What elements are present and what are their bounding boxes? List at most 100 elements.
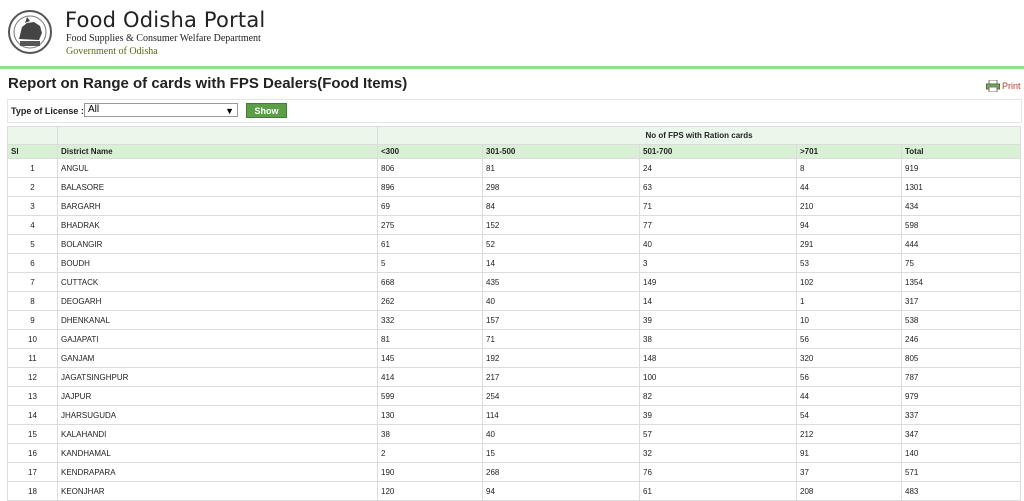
- table-header-empty: [7, 126, 58, 145]
- cell-gt701: 291: [796, 234, 902, 254]
- table-row: 2 BALASORE 896 298 63 44 1301: [7, 177, 1022, 197]
- cell-gt701: 1: [796, 291, 902, 311]
- cell-sl: 9: [7, 310, 58, 330]
- cell-district: JHARSUGUDA: [57, 405, 378, 425]
- fps-group-header: No of FPS with Ration cards: [376, 126, 1022, 145]
- printer-icon: [986, 80, 1000, 92]
- cell-gt701: 208: [796, 481, 902, 501]
- portal-title: Food Odisha Portal: [65, 8, 266, 32]
- cell-lt300: 130: [377, 405, 483, 425]
- cell-lt300: 190: [377, 462, 483, 482]
- cell-sl: 10: [7, 329, 58, 349]
- cell-sl: 13: [7, 386, 58, 406]
- department-name: Food Supplies & Consumer Welfare Departm…: [66, 33, 261, 44]
- cell-301-500: 157: [482, 310, 640, 330]
- col-header-sl: Sl: [7, 144, 58, 159]
- cell-total: 246: [900, 329, 1022, 349]
- cell-district: KALAHANDI: [57, 424, 378, 444]
- cell-total: 538: [900, 310, 1022, 330]
- table-row: 11 GANJAM 145 192 148 320 805: [7, 348, 1022, 368]
- cell-lt300: 2: [377, 443, 483, 463]
- government-name: Government of Odisha: [66, 46, 158, 57]
- cell-gt701: 212: [796, 424, 902, 444]
- cell-301-500: 298: [482, 177, 640, 197]
- cell-total: 483: [900, 481, 1022, 501]
- cell-301-500: 152: [482, 215, 640, 235]
- cell-301-500: 192: [482, 348, 640, 368]
- cell-gt701: 44: [796, 386, 902, 406]
- cell-gt701: 56: [796, 367, 902, 387]
- cell-district: ANGUL: [57, 158, 378, 178]
- cell-gt701: 91: [796, 443, 902, 463]
- cell-501-700: 100: [639, 367, 797, 387]
- cell-sl: 17: [7, 462, 58, 482]
- cell-district: BOLANGIR: [57, 234, 378, 254]
- table-row: 10 GAJAPATI 81 71 38 56 246: [7, 329, 1022, 349]
- cell-sl: 12: [7, 367, 58, 387]
- table-row: 16 KANDHAMAL 2 15 32 91 140: [7, 443, 1022, 463]
- cell-501-700: 38: [639, 329, 797, 349]
- table-row: 8 DEOGARH 262 40 14 1 317: [7, 291, 1022, 311]
- col-header-total: Total: [900, 144, 1022, 159]
- cell-total: 347: [900, 424, 1022, 444]
- cell-district: BOUDH: [57, 253, 378, 273]
- cell-sl: 7: [7, 272, 58, 292]
- print-link[interactable]: Print: [986, 80, 1021, 92]
- cell-501-700: 3: [639, 253, 797, 273]
- cell-district: BARGARH: [57, 196, 378, 216]
- cell-lt300: 332: [377, 310, 483, 330]
- col-header-301-500: 301-500: [482, 144, 640, 159]
- cell-501-700: 40: [639, 234, 797, 254]
- cell-total: 805: [900, 348, 1022, 368]
- cell-sl: 8: [7, 291, 58, 311]
- cell-301-500: 114: [482, 405, 640, 425]
- cell-501-700: 39: [639, 405, 797, 425]
- print-label[interactable]: Print: [1002, 81, 1021, 91]
- license-type-select[interactable]: All ▼: [84, 103, 238, 117]
- table-row: 9 DHENKANAL 332 157 39 10 538: [7, 310, 1022, 330]
- cell-301-500: 268: [482, 462, 640, 482]
- cell-501-700: 77: [639, 215, 797, 235]
- cell-total: 140: [900, 443, 1022, 463]
- cell-sl: 4: [7, 215, 58, 235]
- cell-501-700: 76: [639, 462, 797, 482]
- table-row: 5 BOLANGIR 61 52 40 291 444: [7, 234, 1022, 254]
- cell-501-700: 39: [639, 310, 797, 330]
- cell-301-500: 71: [482, 329, 640, 349]
- cell-total: 1354: [900, 272, 1022, 292]
- cell-301-500: 254: [482, 386, 640, 406]
- cell-total: 919: [900, 158, 1022, 178]
- table-row: 6 BOUDH 5 14 3 53 75: [7, 253, 1022, 273]
- cell-district: GANJAM: [57, 348, 378, 368]
- table-column-header-row: Sl District Name <300 301-500 501-700 >7…: [7, 144, 1022, 159]
- table-header-empty: [57, 126, 378, 145]
- cell-301-500: 435: [482, 272, 640, 292]
- cell-501-700: 14: [639, 291, 797, 311]
- cell-301-500: 217: [482, 367, 640, 387]
- cell-gt701: 56: [796, 329, 902, 349]
- cell-lt300: 668: [377, 272, 483, 292]
- col-header-gt701: >701: [796, 144, 902, 159]
- cell-sl: 5: [7, 234, 58, 254]
- show-button[interactable]: Show: [246, 103, 287, 118]
- cell-301-500: 40: [482, 291, 640, 311]
- cell-501-700: 61: [639, 481, 797, 501]
- cell-gt701: 8: [796, 158, 902, 178]
- table-row: 4 BHADRAK 275 152 77 94 598: [7, 215, 1022, 235]
- cell-gt701: 320: [796, 348, 902, 368]
- cell-total: 434: [900, 196, 1022, 216]
- cell-district: DEOGARH: [57, 291, 378, 311]
- table-row: 14 JHARSUGUDA 130 114 39 54 337: [7, 405, 1022, 425]
- cell-lt300: 806: [377, 158, 483, 178]
- cell-gt701: 53: [796, 253, 902, 273]
- cell-total: 571: [900, 462, 1022, 482]
- cell-501-700: 63: [639, 177, 797, 197]
- cell-total: 787: [900, 367, 1022, 387]
- license-type-selected: All: [88, 104, 100, 115]
- table-group-header-row: No of FPS with Ration cards: [7, 126, 1022, 145]
- cell-501-700: 57: [639, 424, 797, 444]
- header-divider: [0, 66, 1024, 69]
- cell-lt300: 275: [377, 215, 483, 235]
- cell-gt701: 210: [796, 196, 902, 216]
- cell-301-500: 52: [482, 234, 640, 254]
